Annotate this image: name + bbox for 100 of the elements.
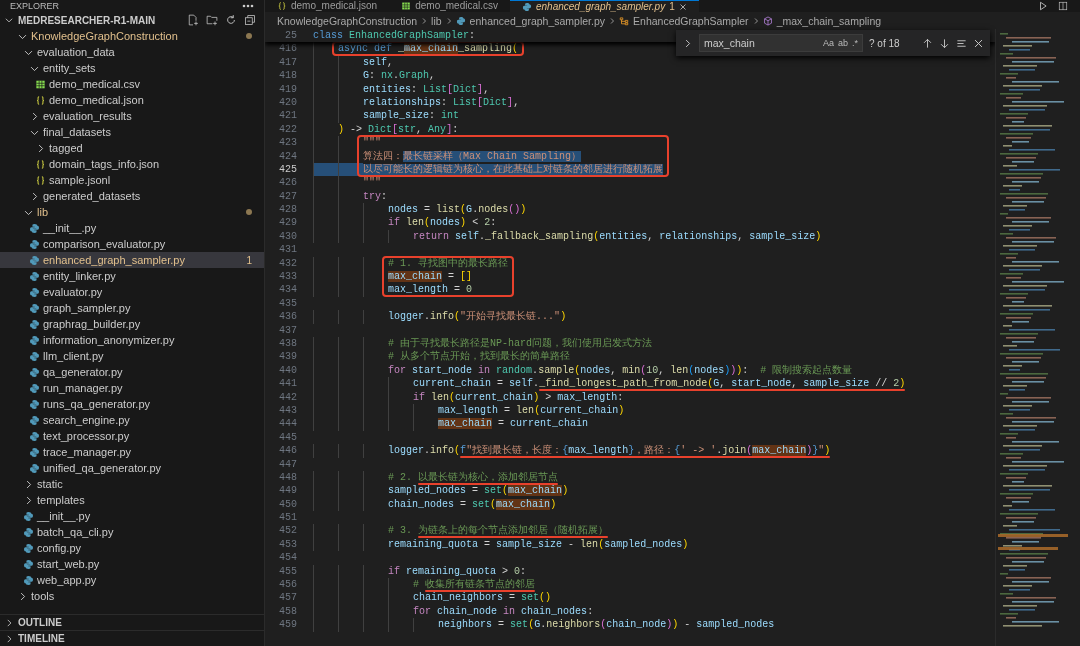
- folder-item[interactable]: evaluation_data: [0, 44, 264, 60]
- find-input[interactable]: max_chain Aa ab .*: [699, 34, 863, 52]
- line-number: 429: [278, 216, 297, 230]
- collapse-all-icon[interactable]: [244, 14, 256, 26]
- file-item[interactable]: entity_linker.py: [0, 268, 264, 284]
- workspace-header[interactable]: MEDRESEARCHER-R1-MAIN: [0, 12, 264, 28]
- editor-tab[interactable]: enhanced_graph_sampler.py 1: [510, 0, 699, 12]
- python-file-icon: [23, 558, 34, 570]
- breadcrumb-item[interactable]: enhanced_graph_sampler.py: [469, 14, 606, 27]
- line-number: 427: [278, 189, 297, 204]
- file-item[interactable]: text_processor.py: [0, 428, 264, 444]
- sidebar-title: EXPLORER: [10, 0, 60, 12]
- line-number: 423: [278, 136, 297, 150]
- folder-item[interactable]: lib: [0, 204, 264, 220]
- python-file-icon: [29, 350, 40, 362]
- folder-item[interactable]: static: [0, 476, 264, 492]
- file-item[interactable]: llm_client.py: [0, 348, 264, 364]
- file-item[interactable]: trace_manager.py: [0, 444, 264, 460]
- breadcrumb-item[interactable]: _max_chain_sampling: [776, 14, 882, 27]
- find-option-toggle[interactable]: ab: [837, 38, 848, 48]
- code-line: chain_nodes = set(max_chain): [313, 497, 557, 512]
- file-item[interactable]: demo_medical.json: [0, 92, 264, 108]
- python-file-icon: [29, 430, 40, 442]
- line-number: 449: [278, 484, 297, 498]
- close-icon[interactable]: [973, 37, 984, 49]
- find-option-toggle[interactable]: Aa: [822, 38, 834, 48]
- code-line: max_chain = current_chain: [313, 417, 589, 431]
- code-line: return self._fallback_sampling(entities, relationships, sample_size): [313, 229, 822, 244]
- braces-icon: [277, 1, 287, 11]
- folder-item[interactable]: tools: [0, 588, 264, 604]
- breadcrumb-item[interactable]: lib: [431, 14, 442, 27]
- close-icon[interactable]: [678, 2, 687, 11]
- file-item[interactable]: config.py: [0, 540, 264, 556]
- python-file-icon: [23, 526, 34, 538]
- code-line: 以尽可能长的逻辑链为核心，在此基础上对链条的邻居进行随机拓展: [313, 162, 664, 177]
- line-number: 417: [278, 55, 297, 70]
- line-number: 453: [278, 537, 297, 552]
- line-number: 445: [278, 430, 297, 445]
- file-item[interactable]: web_app.py: [0, 572, 264, 588]
- breadcrumb-item[interactable]: KnowledgeGraphConstruction: [277, 14, 418, 27]
- file-item[interactable]: evaluator.py: [0, 284, 264, 300]
- file-item[interactable]: runs_qa_generator.py: [0, 396, 264, 412]
- folder-item[interactable]: templates: [0, 492, 264, 508]
- folder-item[interactable]: final_datasets: [0, 124, 264, 140]
- new-folder-icon[interactable]: [206, 14, 218, 26]
- folder-item[interactable]: KnowledgeGraphConstruction: [0, 28, 264, 44]
- folder-item[interactable]: tagged: [0, 140, 264, 156]
- new-file-icon[interactable]: [187, 14, 199, 26]
- python-file-icon: [29, 318, 40, 330]
- code-line: # 从多个节点开始，找到最长的简单路径: [313, 350, 571, 364]
- python-file-icon: [23, 542, 34, 554]
- arrow-down-icon[interactable]: [939, 37, 950, 49]
- match-count: ? of 18: [869, 37, 901, 49]
- file-item[interactable]: demo_medical.csv: [0, 76, 264, 92]
- file-item[interactable]: qa_generator.py: [0, 364, 264, 380]
- code-line: 算法四：最长链采样（Max Chain Sampling）: [313, 149, 582, 163]
- code-line: max_length = len(current_chain): [313, 403, 625, 418]
- code-line: current_chain = self._find_longest_path_from_node(G, start_node, sample_size // 2): [313, 377, 906, 391]
- file-item[interactable]: enhanced_graph_sampler.py 1: [0, 252, 264, 268]
- file-item[interactable]: start_web.py: [0, 556, 264, 572]
- code-line: chain_neighbors = set(): [313, 591, 552, 605]
- python-file-icon: [29, 462, 40, 474]
- line-number: 425: [278, 162, 297, 177]
- split-editor-icon[interactable]: [1058, 1, 1068, 11]
- run-icon[interactable]: [1038, 1, 1048, 11]
- file-item[interactable]: run_manager.py: [0, 380, 264, 396]
- code-line: """: [313, 176, 382, 190]
- python-file-icon: [29, 334, 40, 346]
- code-line: logger.info("开始寻找最长链..."): [313, 310, 567, 324]
- file-item[interactable]: __init__.py: [0, 508, 264, 524]
- file-item[interactable]: comparison_evaluator.py: [0, 236, 264, 252]
- file-item[interactable]: search_engine.py: [0, 412, 264, 428]
- file-item[interactable]: batch_qa_cli.py: [0, 524, 264, 540]
- file-item[interactable]: graphrag_builder.py: [0, 316, 264, 332]
- line-number: 450: [278, 497, 297, 512]
- folder-item[interactable]: entity_sets: [0, 60, 264, 76]
- folder-item[interactable]: generated_datasets: [0, 188, 264, 204]
- refresh-icon[interactable]: [225, 14, 237, 26]
- code-line: async def _max_chain_sampling(: [313, 42, 519, 56]
- more-icon[interactable]: [242, 4, 254, 8]
- breadcrumb-item[interactable]: EnhancedGraphSampler: [633, 14, 749, 27]
- python-file-icon: [29, 446, 40, 458]
- chevron-right-icon: [420, 16, 429, 25]
- file-item[interactable]: unified_qa_generator.py: [0, 460, 264, 476]
- modified-dot: [246, 33, 252, 39]
- arrow-up-icon[interactable]: [922, 37, 933, 49]
- code-line: if len(nodes) < 2:: [313, 216, 497, 230]
- code-line: # 由于寻找最长路径是NP-hard问题，我们使用启发式方法: [313, 337, 653, 351]
- find-option-toggle[interactable]: .*: [852, 38, 858, 48]
- code-line: for chain_node in chain_nodes:: [313, 604, 594, 619]
- lines-icon[interactable]: [956, 37, 967, 49]
- code-line: max_length = 0: [313, 283, 473, 297]
- file-item[interactable]: sample.jsonl: [0, 172, 264, 188]
- file-item[interactable]: __init__.py: [0, 220, 264, 236]
- file-item[interactable]: graph_sampler.py: [0, 300, 264, 316]
- file-item[interactable]: information_anonymizer.py: [0, 332, 264, 348]
- panel-section-header[interactable]: TIMELINE: [0, 630, 264, 646]
- file-item[interactable]: domain_tags_info.json: [0, 156, 264, 172]
- panel-section-header[interactable]: OUTLINE: [0, 614, 264, 630]
- folder-item[interactable]: evaluation_results: [0, 108, 264, 124]
